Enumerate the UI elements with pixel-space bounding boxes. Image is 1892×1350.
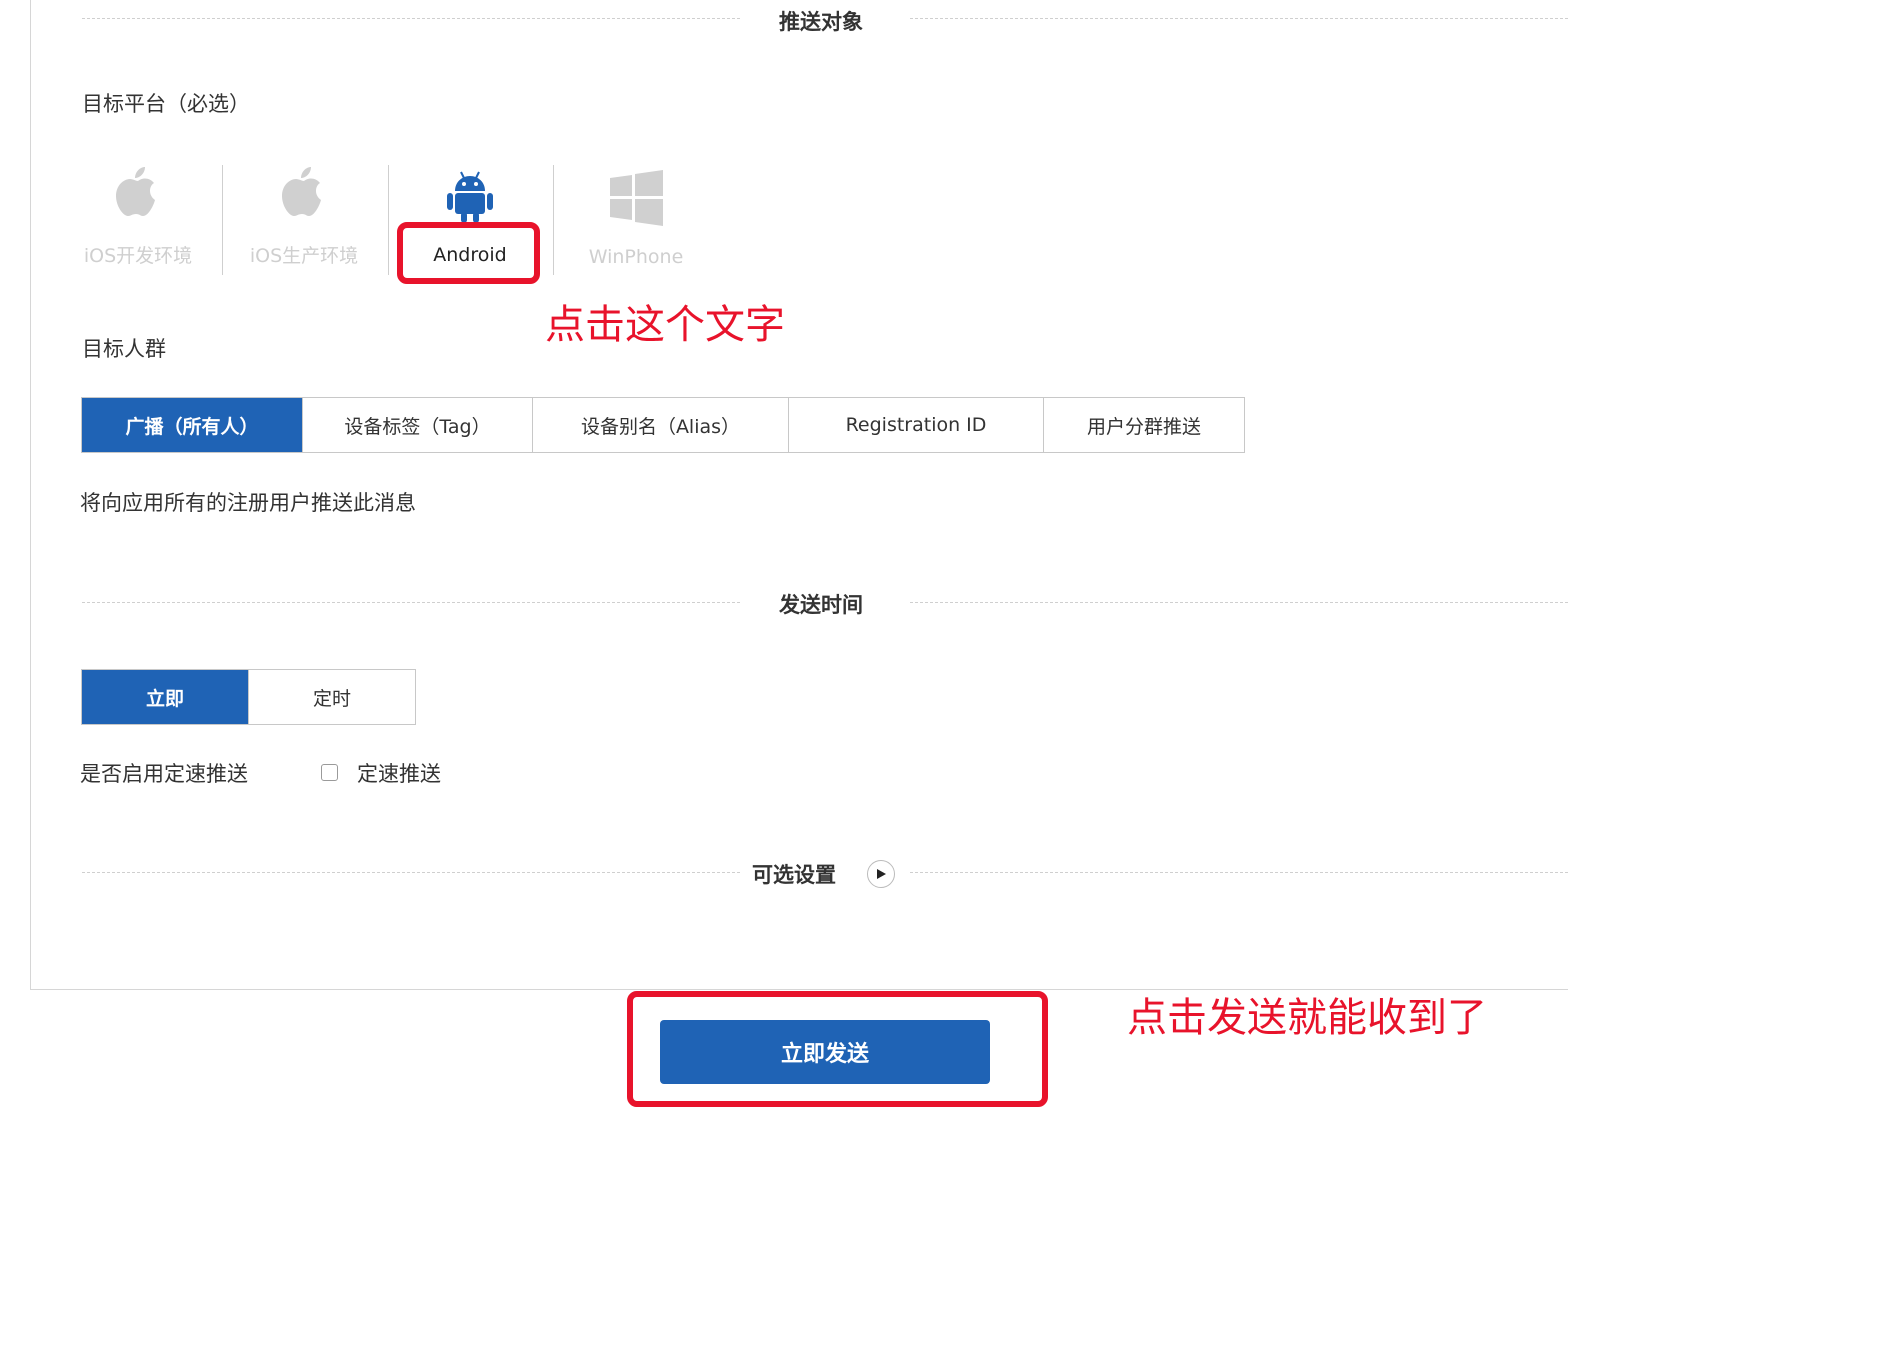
send-time-option-now[interactable]: 立即 — [82, 670, 248, 724]
android-icon — [400, 170, 540, 228]
section-divider — [910, 602, 1568, 603]
send-time-option-scheduled[interactable]: 定时 — [248, 670, 415, 724]
audience-option-segment[interactable]: 用户分群推送 — [1043, 398, 1244, 452]
apple-icon — [234, 165, 374, 227]
panel-border — [30, 0, 31, 990]
rate-limit-label: 是否启用定速推送 — [80, 762, 248, 786]
rate-limit-checkbox[interactable] — [321, 764, 338, 781]
platform-name: iOS生产环境 — [249, 245, 359, 267]
section-divider — [82, 18, 740, 19]
audience-option-tag[interactable]: 设备标签（Tag） — [302, 398, 532, 452]
play-icon — [877, 869, 886, 879]
section-divider — [910, 872, 1568, 873]
send-time-selector: 立即 定时 — [81, 669, 416, 725]
apple-icon — [68, 165, 208, 227]
section-title-optional: 可选设置 — [752, 863, 836, 887]
annotation-click-send: 点击发送就能收到了 — [1127, 995, 1487, 1041]
audience-selector: 广播（所有人） 设备标签（Tag） 设备别名（Alias） Registrati… — [81, 397, 1245, 453]
send-now-button[interactable]: 立即发送 — [660, 1020, 990, 1084]
annotation-click-text: 点击这个文字 — [545, 302, 785, 348]
platform-ios-prod[interactable]: iOS生产环境 — [234, 165, 374, 268]
section-divider — [82, 872, 740, 873]
audience-option-alias[interactable]: 设备别名（Alias） — [532, 398, 788, 452]
expand-optional-button[interactable] — [867, 860, 895, 888]
windows-icon — [566, 170, 706, 228]
annotation-highlight-android — [397, 222, 540, 284]
section-title-push-target: 推送对象 — [779, 10, 863, 34]
audience-option-broadcast[interactable]: 广播（所有人） — [82, 398, 302, 452]
rate-limit-checkbox-label[interactable]: 定速推送 — [357, 758, 441, 788]
platform-separator — [388, 165, 389, 275]
audience-description: 将向应用所有的注册用户推送此消息 — [80, 491, 416, 515]
section-divider — [82, 602, 740, 603]
platform-name: iOS开发环境 — [83, 245, 193, 267]
target-platform-label: 目标平台（必选） — [82, 92, 250, 116]
section-title-send-time: 发送时间 — [779, 593, 863, 617]
audience-option-registration-id[interactable]: Registration ID — [788, 398, 1043, 452]
target-audience-label: 目标人群 — [82, 337, 166, 361]
platform-winphone[interactable]: WinPhone — [566, 170, 706, 268]
platform-ios-dev[interactable]: iOS开发环境 — [68, 165, 208, 268]
platform-name: WinPhone — [588, 246, 684, 268]
section-divider — [910, 18, 1568, 19]
platform-separator — [222, 165, 223, 275]
platform-separator — [553, 165, 554, 275]
